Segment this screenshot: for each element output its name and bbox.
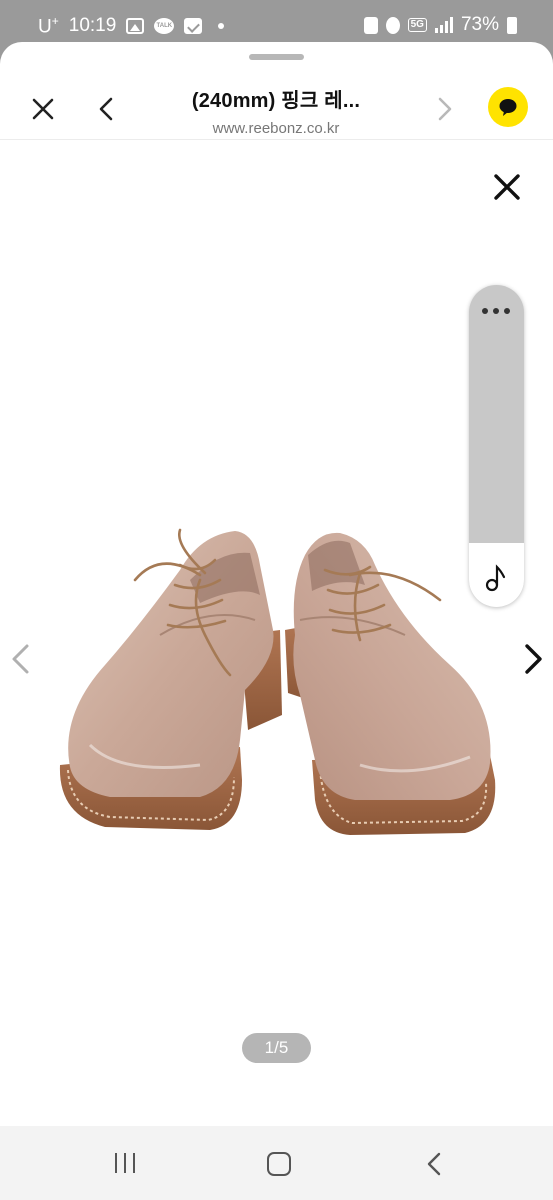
- next-image-button[interactable]: [520, 642, 546, 676]
- viewer-close-button[interactable]: [489, 169, 525, 205]
- recent-apps-bar: [133, 1153, 135, 1173]
- music-note-icon: [485, 564, 506, 592]
- sheet-drag-handle[interactable]: [249, 54, 304, 60]
- battery-percent: 73%: [460, 14, 499, 35]
- forward-button[interactable]: [427, 92, 461, 126]
- signal-strength-icon: [434, 17, 453, 33]
- chevron-right-icon: [525, 644, 542, 674]
- close-browser-button[interactable]: [26, 92, 60, 126]
- chevron-right-icon: [438, 97, 452, 121]
- product-image: [59, 528, 496, 835]
- chat-bubble-icon: [499, 99, 517, 116]
- floating-side-panel[interactable]: [469, 285, 524, 607]
- page-url: www.reebonz.co.kr: [212, 120, 340, 137]
- system-back-button[interactable]: [424, 1150, 444, 1178]
- chevron-left-icon: [99, 97, 113, 121]
- more-horizontal-icon: [482, 308, 488, 314]
- carrier-label: U+: [38, 14, 59, 38]
- page-title-block: (240mm) 핑크 레... www.reebonz.co.kr: [130, 84, 422, 137]
- browser-header: (240mm) 핑크 레... www.reebonz.co.kr: [0, 66, 553, 140]
- home-button[interactable]: [267, 1152, 291, 1176]
- image-page-indicator: 1/5: [242, 1033, 311, 1063]
- network-type-icon: 5G: [407, 18, 427, 32]
- recent-apps-icon: [115, 1153, 117, 1173]
- close-icon: [494, 174, 520, 200]
- more-options-button[interactable]: [469, 285, 524, 337]
- music-button[interactable]: [469, 543, 524, 607]
- checkbox-notification-icon: [184, 18, 203, 35]
- power-saving-icon: [363, 16, 378, 34]
- close-icon: [32, 98, 54, 120]
- chevron-left-icon: [427, 1152, 441, 1176]
- recent-apps-button[interactable]: [111, 1150, 139, 1176]
- previous-image-button[interactable]: [8, 642, 34, 676]
- kakaotalk-notification-icon: TALK: [154, 18, 175, 35]
- chevron-left-icon: [12, 644, 29, 674]
- back-button[interactable]: [90, 92, 124, 126]
- system-navigation-bar: [0, 1126, 553, 1200]
- more-dot: [493, 308, 499, 314]
- status-left: U+ 10:19 TALK: [38, 14, 225, 38]
- kakao-share-button[interactable]: [488, 87, 528, 127]
- recent-apps-bar: [124, 1153, 126, 1173]
- status-time: 10:19: [68, 15, 117, 37]
- gallery-notification-icon: [126, 18, 145, 35]
- status-right: 5G 73%: [363, 14, 517, 36]
- more-dot: [504, 308, 510, 314]
- battery-icon: [507, 16, 517, 34]
- alarm-icon: [385, 16, 400, 34]
- page-title: (240mm) 핑크 레...: [191, 90, 361, 112]
- more-notifications-dot-icon: [218, 23, 225, 30]
